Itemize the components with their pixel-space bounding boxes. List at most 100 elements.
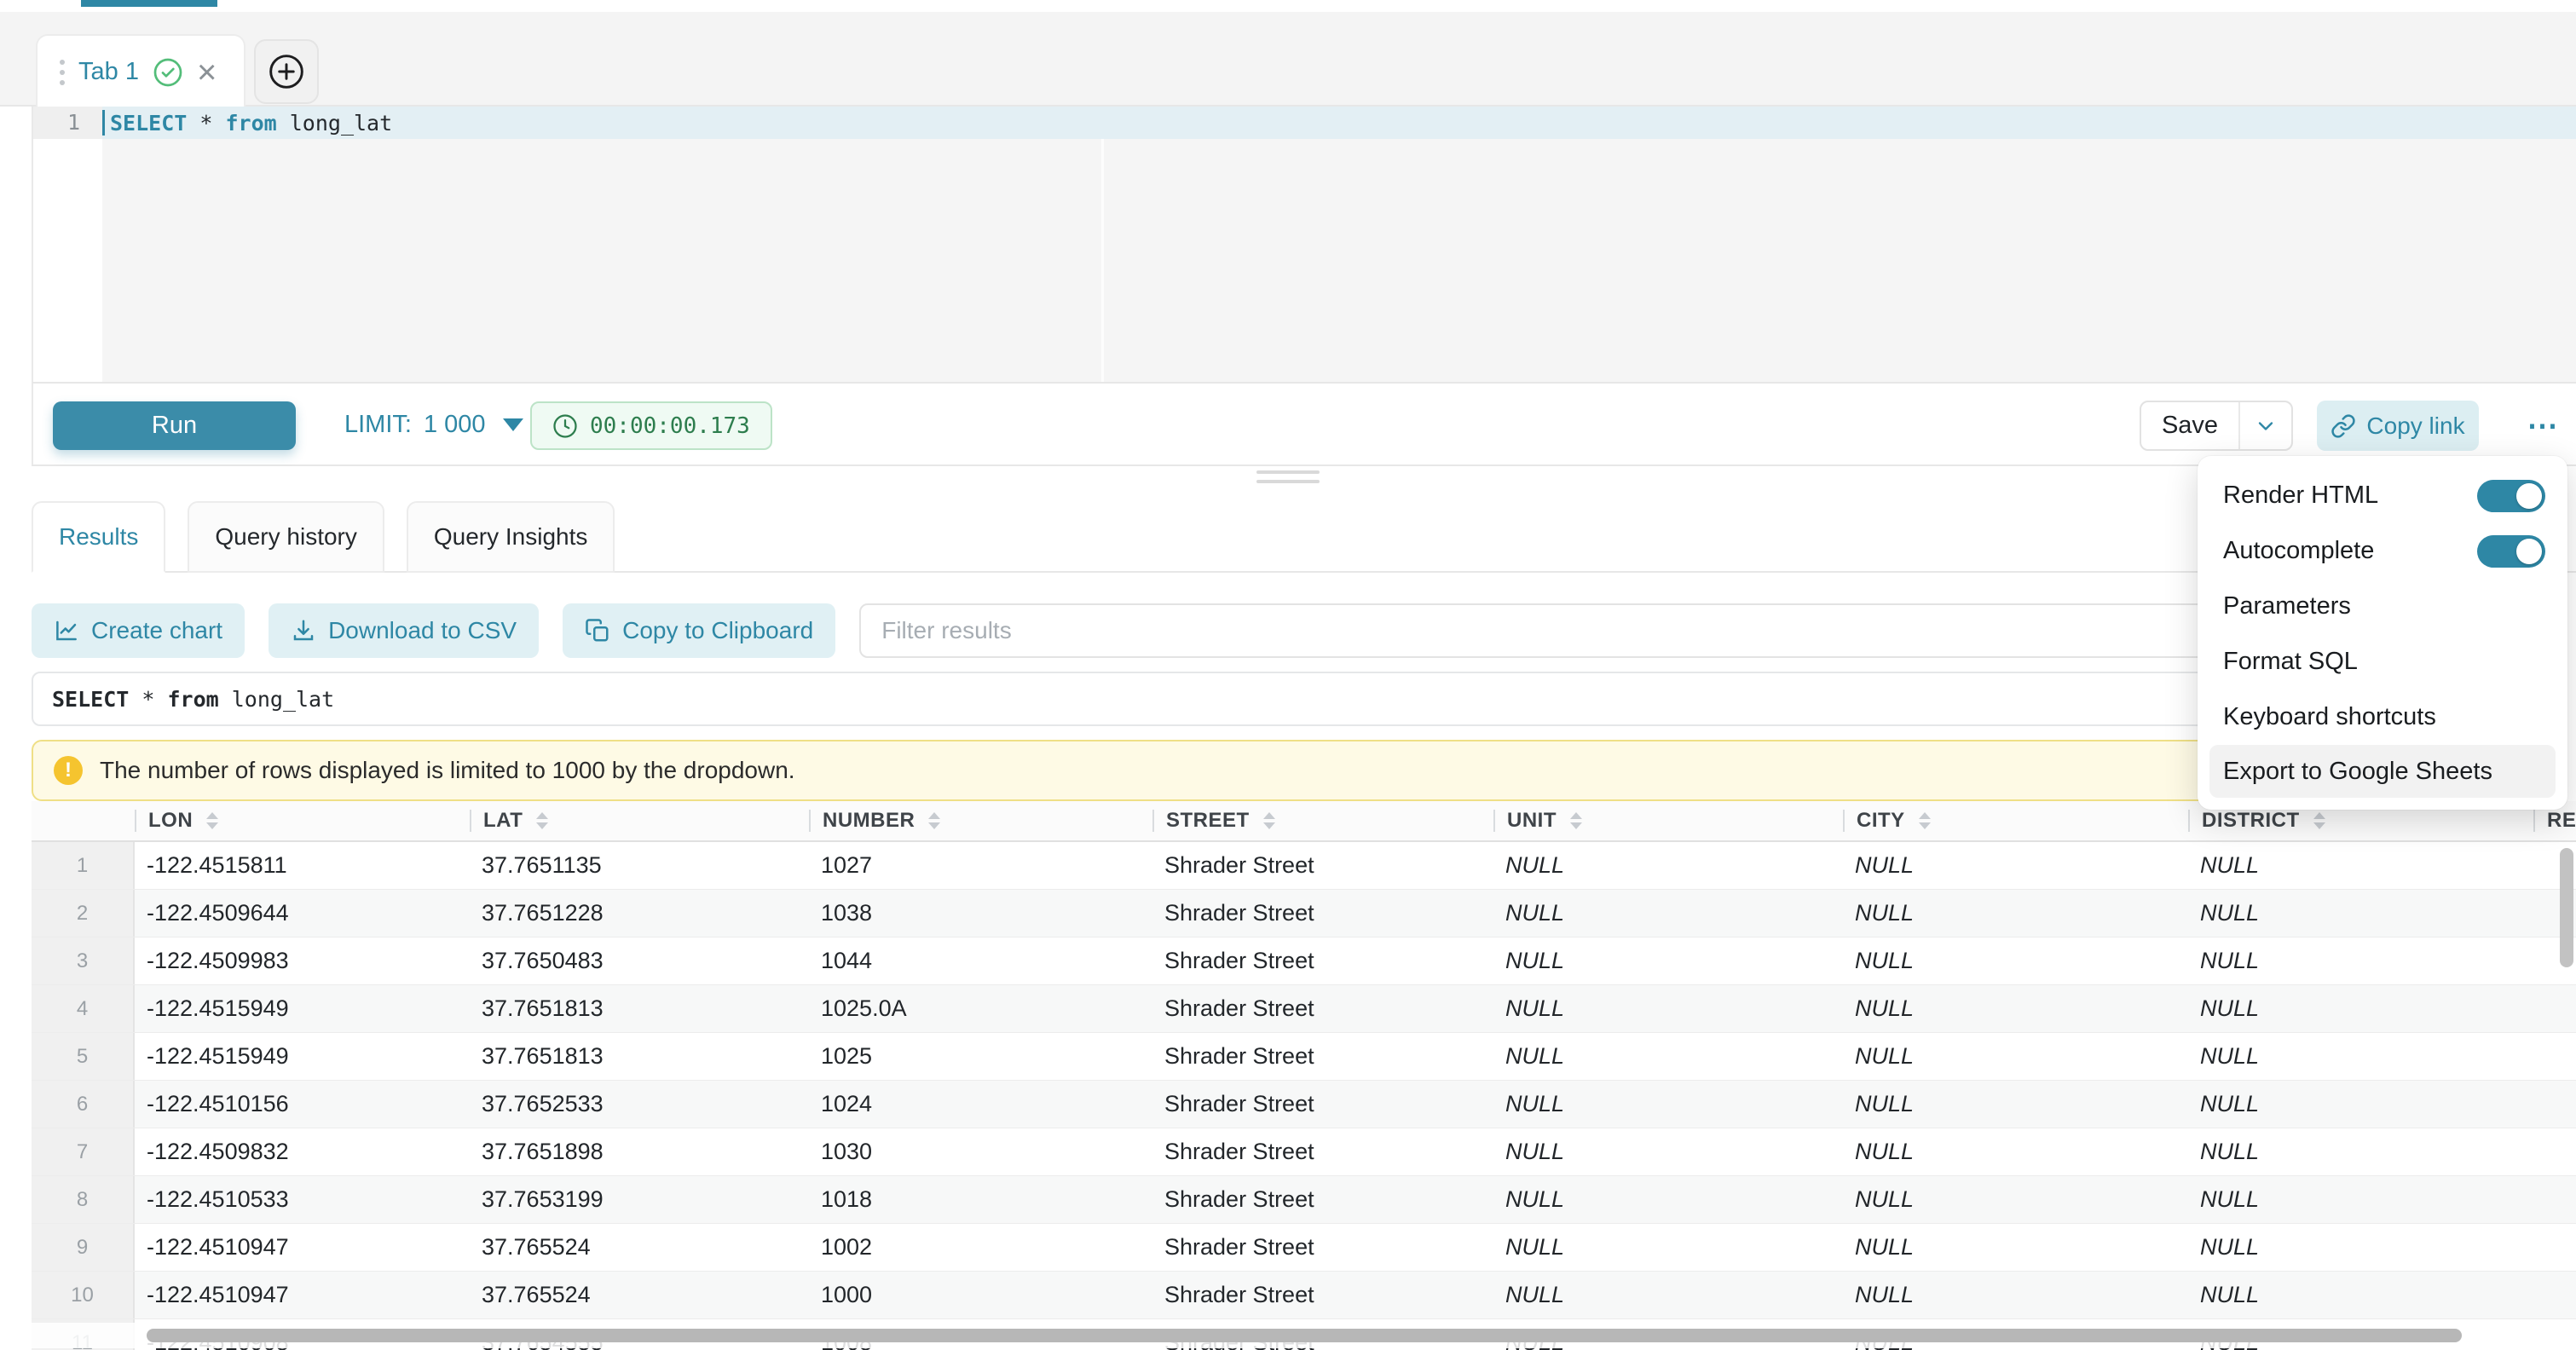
table-cell[interactable]: NULL bbox=[1493, 1033, 1843, 1080]
table-row[interactable]: 5-122.451594937.76518131025Shrader Stree… bbox=[32, 1033, 2576, 1081]
table-cell[interactable]: 1027 bbox=[809, 842, 1152, 889]
render-html-toggle[interactable] bbox=[2477, 480, 2545, 512]
autocomplete-toggle[interactable] bbox=[2477, 535, 2545, 568]
table-cell[interactable]: NULL bbox=[1843, 1081, 2188, 1128]
horizontal-scrollbar[interactable] bbox=[32, 1323, 2576, 1348]
table-cell[interactable] bbox=[2533, 1081, 2576, 1128]
editor-empty-area[interactable] bbox=[102, 139, 2576, 382]
table-cell[interactable]: NULL bbox=[2188, 1272, 2533, 1318]
table-cell[interactable]: 1018 bbox=[809, 1176, 1152, 1223]
table-cell[interactable]: NULL bbox=[1843, 1272, 2188, 1318]
table-row[interactable]: 4-122.451594937.76518131025.0AShrader St… bbox=[32, 985, 2576, 1033]
new-tab-button[interactable] bbox=[254, 39, 319, 104]
table-cell[interactable]: Shrader Street bbox=[1152, 938, 1493, 984]
table-cell[interactable]: NULL bbox=[1843, 842, 2188, 889]
row-number-cell[interactable]: 8 bbox=[32, 1176, 135, 1223]
menu-item-parameters[interactable]: Parameters bbox=[2198, 579, 2567, 634]
create-chart-button[interactable]: Create chart bbox=[32, 603, 245, 658]
table-cell[interactable]: NULL bbox=[2188, 1033, 2533, 1080]
table-cell[interactable]: Shrader Street bbox=[1152, 1033, 1493, 1080]
table-cell[interactable]: NULL bbox=[1493, 1272, 1843, 1318]
table-cell[interactable]: NULL bbox=[1493, 985, 1843, 1032]
row-number-cell[interactable]: 10 bbox=[32, 1272, 135, 1318]
table-cell[interactable]: Shrader Street bbox=[1152, 985, 1493, 1032]
tab-results[interactable]: Results bbox=[32, 501, 165, 573]
run-button[interactable]: Run bbox=[53, 401, 296, 450]
table-cell[interactable]: 37.7650483 bbox=[470, 938, 809, 984]
sort-icon[interactable] bbox=[536, 812, 548, 829]
table-row[interactable]: 1-122.451581137.76511351027Shrader Stree… bbox=[32, 842, 2576, 890]
table-cell[interactable]: 37.7653199 bbox=[470, 1176, 809, 1223]
column-header-unit[interactable]: UNIT bbox=[1493, 801, 1843, 840]
table-cell[interactable]: NULL bbox=[2188, 1128, 2533, 1175]
panel-resize-handle[interactable] bbox=[1256, 470, 1320, 483]
table-row[interactable]: 6-122.451015637.76525331024Shrader Stree… bbox=[32, 1081, 2576, 1128]
table-cell[interactable]: NULL bbox=[1493, 1224, 1843, 1271]
table-cell[interactable]: NULL bbox=[1843, 1224, 2188, 1271]
save-button[interactable]: Save bbox=[2141, 402, 2238, 449]
table-cell[interactable]: 37.7651135 bbox=[470, 842, 809, 889]
drag-handle-icon[interactable] bbox=[60, 60, 65, 85]
table-cell[interactable]: -122.4510947 bbox=[135, 1272, 470, 1318]
table-cell[interactable] bbox=[2533, 1272, 2576, 1318]
row-number-cell[interactable]: 9 bbox=[32, 1224, 135, 1271]
table-cell[interactable]: 37.765524 bbox=[470, 1272, 809, 1318]
table-cell[interactable]: 1025 bbox=[809, 1033, 1152, 1080]
table-cell[interactable]: NULL bbox=[2188, 842, 2533, 889]
table-cell[interactable]: Shrader Street bbox=[1152, 1081, 1493, 1128]
table-cell[interactable]: NULL bbox=[1843, 1033, 2188, 1080]
table-cell[interactable]: -122.4509832 bbox=[135, 1128, 470, 1175]
copy-link-button[interactable]: Copy link bbox=[2317, 401, 2479, 451]
table-cell[interactable]: NULL bbox=[2188, 1081, 2533, 1128]
table-cell[interactable]: -122.4509983 bbox=[135, 938, 470, 984]
table-cell[interactable]: NULL bbox=[2188, 1176, 2533, 1223]
row-number-cell[interactable]: 1 bbox=[32, 842, 135, 889]
menu-item-format-sql[interactable]: Format SQL bbox=[2198, 634, 2567, 689]
sort-icon[interactable] bbox=[206, 812, 218, 829]
table-cell[interactable]: NULL bbox=[1843, 1128, 2188, 1175]
table-row[interactable]: 7-122.450983237.76518981030Shrader Stree… bbox=[32, 1128, 2576, 1176]
menu-item-keyboard-shortcuts[interactable]: Keyboard shortcuts bbox=[2198, 689, 2567, 745]
table-cell[interactable]: -122.4510156 bbox=[135, 1081, 470, 1128]
table-cell[interactable]: NULL bbox=[1493, 1081, 1843, 1128]
sort-icon[interactable] bbox=[928, 812, 940, 829]
table-cell[interactable]: Shrader Street bbox=[1152, 1128, 1493, 1175]
row-number-cell[interactable]: 5 bbox=[32, 1033, 135, 1080]
horizontal-scrollbar-thumb[interactable] bbox=[147, 1329, 2462, 1342]
menu-item-render-html[interactable]: Render HTML bbox=[2198, 468, 2567, 523]
column-header-street[interactable]: STREET bbox=[1152, 801, 1493, 840]
table-cell[interactable]: Shrader Street bbox=[1152, 1272, 1493, 1318]
table-cell[interactable]: 37.7651813 bbox=[470, 985, 809, 1032]
menu-item-export-to-google-sheets[interactable]: Export to Google Sheets bbox=[2209, 745, 2556, 798]
table-cell[interactable]: 37.7651813 bbox=[470, 1033, 809, 1080]
table-cell[interactable]: NULL bbox=[1493, 938, 1843, 984]
tab-query-history[interactable]: Query history bbox=[188, 501, 384, 573]
table-cell[interactable]: 37.7651228 bbox=[470, 890, 809, 937]
table-cell[interactable]: -122.4509644 bbox=[135, 890, 470, 937]
table-cell[interactable]: NULL bbox=[1493, 1176, 1843, 1223]
table-cell[interactable]: NULL bbox=[1493, 890, 1843, 937]
table-cell[interactable]: 1002 bbox=[809, 1224, 1152, 1271]
menu-item-autocomplete[interactable]: Autocomplete bbox=[2198, 523, 2567, 579]
table-row[interactable]: 10-122.451094737.7655241000Shrader Stree… bbox=[32, 1272, 2576, 1319]
table-cell[interactable] bbox=[2533, 1224, 2576, 1271]
row-number-cell[interactable]: 6 bbox=[32, 1081, 135, 1128]
row-number-cell[interactable]: 4 bbox=[32, 985, 135, 1032]
row-number-cell[interactable]: 2 bbox=[32, 890, 135, 937]
table-cell[interactable]: 1038 bbox=[809, 890, 1152, 937]
table-row[interactable]: 3-122.450998337.76504831044Shrader Stree… bbox=[32, 938, 2576, 985]
copy-clipboard-button[interactable]: Copy to Clipboard bbox=[563, 603, 835, 658]
table-cell[interactable]: NULL bbox=[1843, 890, 2188, 937]
vertical-scrollbar-thumb[interactable] bbox=[2560, 848, 2573, 967]
row-number-cell[interactable]: 7 bbox=[32, 1128, 135, 1175]
tab-query-insights[interactable]: Query Insights bbox=[407, 501, 615, 573]
more-options-button[interactable]: ⋯ bbox=[2510, 384, 2576, 466]
table-cell[interactable]: 1025.0A bbox=[809, 985, 1152, 1032]
table-cell[interactable]: Shrader Street bbox=[1152, 1224, 1493, 1271]
column-header-lon[interactable]: LON bbox=[135, 801, 470, 840]
table-cell[interactable]: 1024 bbox=[809, 1081, 1152, 1128]
column-header-city[interactable]: CITY bbox=[1843, 801, 2188, 840]
table-cell[interactable]: -122.4515811 bbox=[135, 842, 470, 889]
table-row[interactable]: 8-122.451053337.76531991018Shrader Stree… bbox=[32, 1176, 2576, 1224]
table-cell[interactable]: Shrader Street bbox=[1152, 842, 1493, 889]
